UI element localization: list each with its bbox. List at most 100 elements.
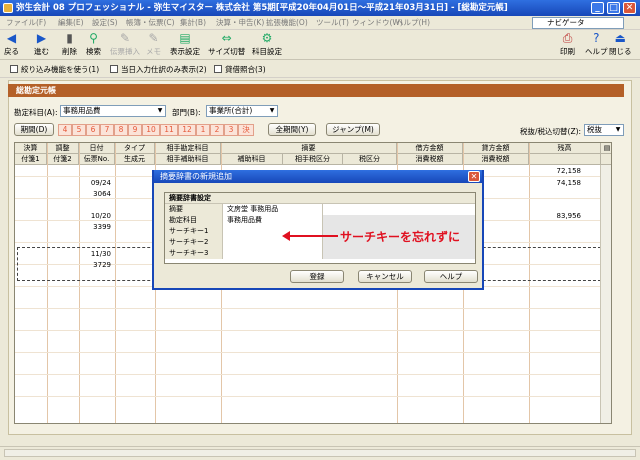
menu-extensions[interactable]: 拡張機能(O): [266, 16, 308, 30]
field-filler: [323, 215, 475, 226]
grid-rule: [15, 330, 600, 331]
grid-header-top: 決算 調整 日付 タイプ 相手勘定科目 摘要 借方金額 貸方金額 残高 ▤: [15, 143, 611, 154]
slip-no-cell: 3064: [93, 190, 111, 198]
search-label: 検索: [86, 47, 101, 56]
month-button[interactable]: 10: [142, 124, 160, 136]
printer-icon: ⎙: [562, 31, 573, 45]
field-filler: [323, 204, 475, 215]
menu-help[interactable]: ヘルプ(H): [396, 16, 430, 30]
jump-button[interactable]: ジャンプ(M): [326, 123, 380, 136]
maximize-button[interactable]: □: [607, 2, 620, 14]
print-label: 印刷: [560, 47, 575, 56]
col-source: 生成元: [115, 154, 155, 165]
search-key3-input[interactable]: [223, 248, 323, 259]
multi-match-label: 貸借照合(3): [225, 65, 266, 74]
delete-button[interactable]: ▮ 削除: [62, 32, 77, 57]
balance-cell: 74,158: [556, 179, 582, 187]
month-button[interactable]: 12: [178, 124, 196, 136]
menu-tools[interactable]: ツール(T): [316, 16, 349, 30]
forward-button[interactable]: ▶ 進む: [34, 32, 49, 57]
toolbar: ◀ 戻る ▶ 進む ▮ 削除 ⚲ 検索 ✎ 伝票挿入 ✎ メモ ▤ 表示設定 ⇔ サイズ切替 ⚙…: [0, 30, 640, 60]
column-settings-icon[interactable]: ▤: [601, 143, 611, 154]
close-ledger-button[interactable]: ⏏ 閉じる: [609, 32, 632, 57]
window-title-bar: 弥生会計 08 プロフェッショナル - 弥生マイスター 株式会社 第5期[平成2…: [0, 0, 640, 16]
tax-switch-label: 税抜/税込切替(Z):: [520, 127, 582, 136]
menu-closing[interactable]: 決算・申告(K): [216, 16, 264, 30]
dept-select[interactable]: 事業所(合計) ▼: [206, 105, 278, 117]
navigator-button[interactable]: ナビゲータ: [532, 17, 624, 29]
col-credit-tax: 消費税額: [463, 154, 529, 165]
menu-settings[interactable]: 設定(S): [92, 16, 118, 30]
account-select[interactable]: 事務用品費 ▼: [60, 105, 166, 117]
month-button[interactable]: 3: [224, 124, 238, 136]
print-button[interactable]: ⎙ 印刷: [560, 32, 575, 57]
compound-button[interactable]: ✎ 伝票挿入: [110, 32, 140, 57]
month-button[interactable]: 決: [238, 124, 254, 136]
multi-match-checkbox[interactable]: 貸借照合(3): [214, 64, 266, 75]
col-sub-account: 補助科目: [221, 154, 283, 165]
month-button[interactable]: 1: [196, 124, 210, 136]
size-switch-icon: ⇔: [221, 31, 232, 45]
dialog-help-button[interactable]: ヘルプ: [424, 270, 478, 283]
month-button[interactable]: 2: [210, 124, 224, 136]
month-button[interactable]: 8: [114, 124, 128, 136]
col-sticky1: 付箋1: [15, 154, 47, 165]
display-settings-button[interactable]: ▤ 表示設定: [170, 32, 200, 57]
field-label: サーチキー3: [165, 248, 223, 259]
menu-edit[interactable]: 編集(E): [58, 16, 84, 30]
menu-file[interactable]: ファイル(F): [6, 16, 46, 30]
period-button[interactable]: 期間(D): [14, 123, 54, 136]
size-switch-button[interactable]: ⇔ サイズ切替: [208, 32, 245, 57]
form-row: 摘要 文房堂 事務用品: [165, 204, 475, 215]
month-button[interactable]: 9: [128, 124, 142, 136]
minimize-button[interactable]: _: [591, 2, 604, 14]
month-button[interactable]: 5: [72, 124, 86, 136]
close-window-button[interactable]: ✕: [623, 2, 636, 14]
field-filler: [323, 248, 475, 259]
field-label: 勘定科目: [165, 215, 223, 226]
col-balance-blank: [529, 154, 601, 165]
month-button[interactable]: 7: [100, 124, 114, 136]
annotation-text: サーチキーを忘れずに: [340, 230, 461, 244]
all-period-button[interactable]: 全期間(Y): [268, 123, 316, 136]
back-button[interactable]: ◀ 戻る: [4, 32, 19, 57]
form-section-row: 摘要辞書設定: [165, 193, 475, 204]
checkbox-box: [10, 65, 18, 73]
search-key2-input[interactable]: [223, 237, 323, 248]
col-debit-tax: 消費税額: [397, 154, 463, 165]
today-only-checkbox[interactable]: 当日入力仕訳のみ表示(2): [110, 64, 207, 75]
col-closing: 決算: [15, 143, 47, 154]
grid-divider: [529, 143, 530, 423]
dept-value: 事業所(合計): [209, 106, 253, 115]
cancel-button[interactable]: キャンセル: [358, 270, 412, 283]
date-cell: 09/24: [90, 179, 111, 187]
field-label: サーチキー1: [165, 226, 223, 237]
memo-label: メモ: [146, 47, 161, 56]
help-button[interactable]: ? ヘルプ: [585, 32, 608, 57]
month-button[interactable]: 6: [86, 124, 100, 136]
register-button[interactable]: 登録: [290, 270, 344, 283]
horizontal-scrollbar[interactable]: [4, 449, 636, 457]
narrow-checkbox[interactable]: 絞り込み機能を使う(1): [10, 64, 99, 75]
dialog-title: 摘要辞書の新規追加: [154, 170, 482, 183]
vertical-scrollbar[interactable]: [600, 165, 611, 423]
display-settings-label: 表示設定: [170, 47, 200, 56]
search-button[interactable]: ⚲ 検索: [86, 32, 101, 57]
navigator-label: ナビゲータ: [547, 18, 585, 27]
menu-summary[interactable]: 集計(B): [180, 16, 206, 30]
balance-cell: 83,956: [556, 212, 582, 220]
tax-select[interactable]: 税抜 ▼: [584, 124, 624, 136]
size-switch-label: サイズ切替: [208, 47, 246, 56]
menu-books[interactable]: 帳簿・伝票(C): [126, 16, 175, 30]
memo-button[interactable]: ✎ メモ: [146, 32, 161, 57]
col-adjust: 調整: [47, 143, 79, 154]
col-debit: 借方金額: [397, 143, 463, 154]
dialog-close-icon[interactable]: ✕: [468, 171, 480, 182]
account-settings-button[interactable]: ⚙ 科目設定: [252, 32, 282, 57]
month-button[interactable]: 11: [160, 124, 178, 136]
dept-label: 部門(B):: [172, 108, 201, 117]
grid-divider: [115, 143, 116, 423]
month-button[interactable]: 4: [58, 124, 72, 136]
help-icon: ?: [593, 31, 600, 45]
grid-header-bottom: 付箋1 付箋2 伝票No. 生成元 相手補助科目 補助科目 相手税区分 税区分 …: [15, 154, 611, 165]
